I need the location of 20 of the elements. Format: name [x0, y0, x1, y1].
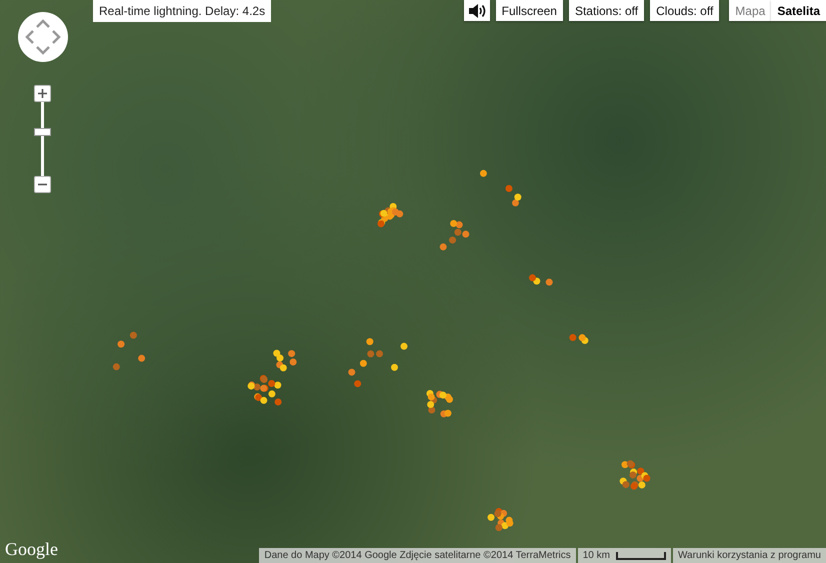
toggle-button[interactable]: Fullscreen [496, 0, 563, 21]
toggle-button[interactable]: Clouds: off [650, 0, 720, 21]
zoom-in-button[interactable] [34, 85, 51, 102]
pan-arrows-icon [23, 17, 63, 57]
pan-control[interactable] [18, 12, 68, 62]
speaker-icon [466, 2, 487, 20]
status-label: Real-time lightning. Delay: 4.2s [93, 0, 272, 22]
zoom-out-button[interactable] [34, 176, 51, 193]
map-type-button[interactable]: Mapa [729, 0, 772, 21]
scale-ruler-icon [616, 552, 666, 560]
map-type-button[interactable]: Satelita [771, 0, 826, 21]
satellite-map[interactable]: Real-time lightning. Delay: 4.2s Fullscreen Stations: off Clouds: off Mapa Satelita Google Dane do Mapy ©2014 Google Zdjęcie satelitarne ©2014 TerraMetrics 10 km Warunki korzystania z programu [0, 0, 826, 563]
scale-label: 10 km [582, 550, 610, 561]
zoom-slider-handle[interactable] [34, 128, 51, 136]
google-logo: Google [5, 539, 58, 560]
toggle-button[interactable]: Stations: off [568, 0, 644, 21]
terms-link[interactable]: Warunki korzystania z programu [672, 548, 826, 563]
plus-icon [38, 89, 47, 98]
attribution-text: Dane do Mapy ©2014 Google Zdjęcie satelitarne ©2014 TerraMetrics [259, 548, 576, 563]
sound-button[interactable] [464, 0, 490, 21]
